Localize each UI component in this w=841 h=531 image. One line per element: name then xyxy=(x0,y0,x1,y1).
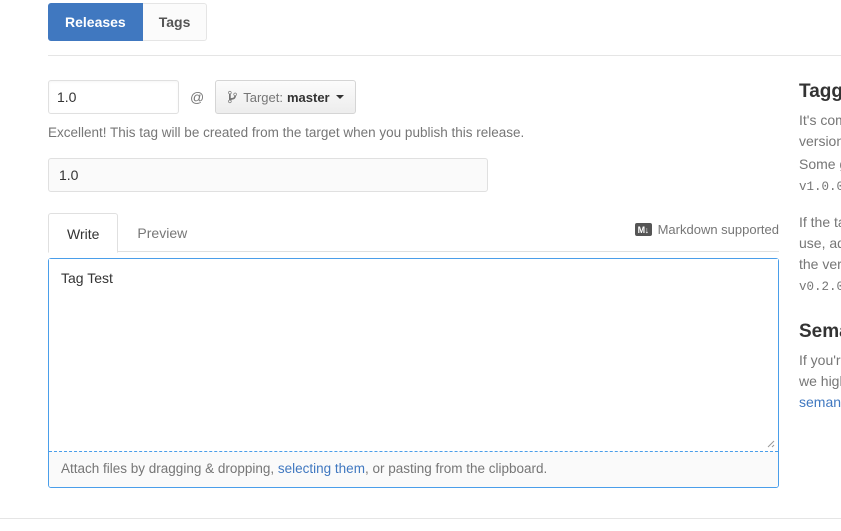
tab-write[interactable]: Write xyxy=(48,213,119,253)
markdown-supported-label: Markdown supported xyxy=(657,222,779,237)
tag-row: @ Target: master xyxy=(48,80,779,114)
select-files-link[interactable]: selecting them xyxy=(278,461,365,476)
release-form: @ Target: master Excellent! This tag wil… xyxy=(48,80,779,488)
semantic-versioning-heading: Semantic versioning xyxy=(799,321,841,342)
help-code-v100: v1.0.0 xyxy=(799,180,841,194)
target-value: master xyxy=(286,89,330,105)
prerelease-paragraph: If the tag isn't meant for production us… xyxy=(799,212,841,298)
help-text-2a: If the tag isn't meant for production xyxy=(799,214,841,230)
write-preview-tabs: Write Preview M↓ Markdown supported xyxy=(48,213,779,253)
git-branch-icon xyxy=(227,90,238,104)
tab-tags[interactable]: Tags xyxy=(142,3,208,41)
help-text-2c: the version name. Some examples: xyxy=(799,256,841,272)
releases-tabnav: Releases Tags xyxy=(48,3,208,41)
semantic-versioning-link[interactable]: semantic versioning xyxy=(799,394,841,410)
at-symbol: @ xyxy=(190,89,205,105)
help-code-alpha: v0.2.0-alpha xyxy=(799,280,841,294)
release-body-box: Attach files by dragging & dropping, sel… xyxy=(48,258,779,488)
help-text-1b: version names with the letter xyxy=(799,133,841,149)
markdown-icon: M↓ xyxy=(634,223,652,236)
markdown-supported-note: M↓ Markdown supported xyxy=(634,222,779,237)
tag-hint-text: Excellent! This tag will be created from… xyxy=(48,125,525,140)
dropzone-text-prefix: Attach files by dragging & dropping, xyxy=(61,461,278,476)
chevron-down-icon xyxy=(335,95,344,99)
help-text-3a: If you're new to releasing software, xyxy=(799,352,841,368)
help-text-3b: we highly recommend reading about xyxy=(799,373,841,389)
tagging-suggestions-paragraph: It's common practice to prefix your vers… xyxy=(799,110,841,198)
dropzone-text-suffix: , or pasting from the clipboard. xyxy=(364,461,548,476)
tagging-suggestions-heading: Tagging suggestions xyxy=(799,81,841,102)
file-attach-dropzone[interactable]: Attach files by dragging & dropping, sel… xyxy=(49,451,778,487)
top-divider xyxy=(48,55,841,56)
tag-version-input[interactable] xyxy=(48,80,179,114)
tab-preview[interactable]: Preview xyxy=(118,213,206,252)
release-title-input[interactable] xyxy=(48,158,488,192)
help-text-1a: It's common practice to prefix your xyxy=(799,112,841,128)
bottom-divider xyxy=(0,518,841,519)
target-branch-dropdown[interactable]: Target: master xyxy=(215,80,356,114)
semantic-versioning-paragraph: If you're new to releasing software, we … xyxy=(799,350,841,413)
help-text-2b: use, add a pre-release version after xyxy=(799,235,841,251)
release-help-sidebar: Tagging suggestions It's common practice… xyxy=(799,80,841,413)
target-label: Target: xyxy=(243,89,283,105)
release-body-textarea[interactable] xyxy=(49,259,778,451)
tab-releases[interactable]: Releases xyxy=(48,3,143,41)
